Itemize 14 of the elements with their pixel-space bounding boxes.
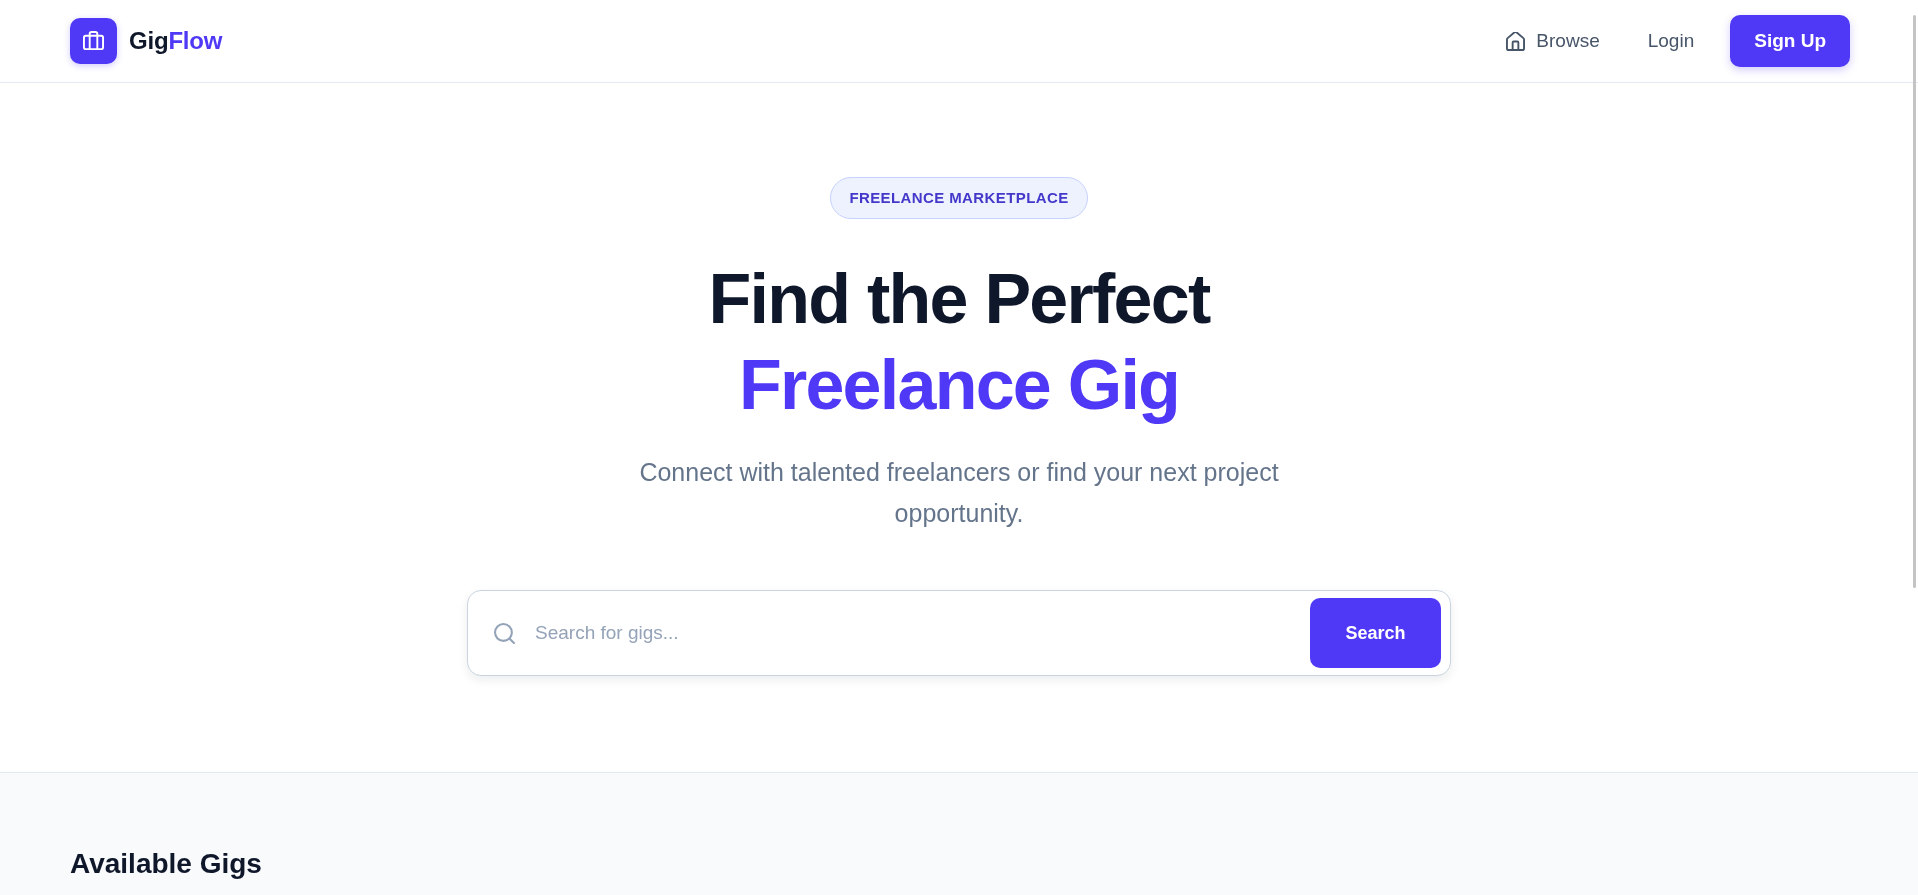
nav-link[interactable]: Login <box>1635 22 1707 60</box>
scrollbar-thumb[interactable] <box>1913 15 1916 588</box>
search-button[interactable]: Search <box>1310 598 1441 668</box>
category-badge: FREELANCE MARKETPLACE <box>830 177 1088 219</box>
hero-subtitle: Connect with talented freelancers or find your next project opportunity. <box>638 457 1280 529</box>
briefcase-icon[interactable] <box>70 18 117 64</box>
search-field[interactable]: Search for gigs... Search <box>467 590 1451 676</box>
brand-name[interactable]: GigFlow <box>129 27 223 55</box>
home-icon <box>1506 31 1526 51</box>
nav-link[interactable]: Browse <box>1494 22 1612 60</box>
primary-button[interactable]: Sign Up <box>1730 15 1850 67</box>
hero-heading: Find the Perfect Freelance Gig <box>708 259 1210 426</box>
search-icon <box>494 622 515 644</box>
section-heading: Available Gigs <box>70 847 262 881</box>
